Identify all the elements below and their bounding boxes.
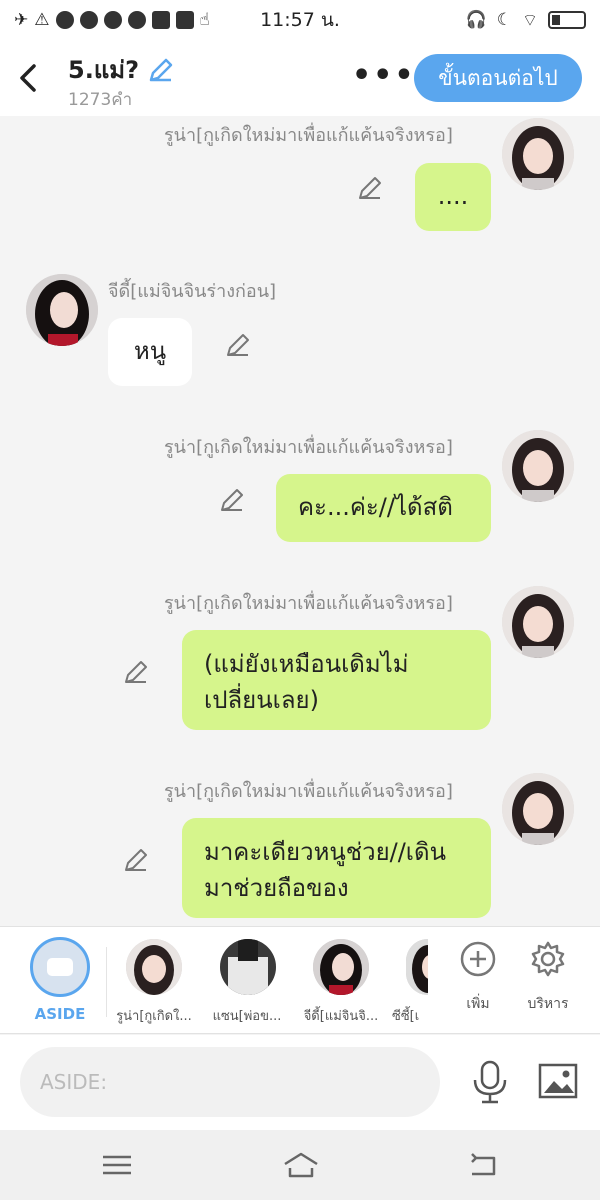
aside-button[interactable] (30, 937, 90, 997)
edit-message-icon[interactable] (356, 174, 384, 202)
character-avatar[interactable] (313, 939, 369, 995)
edit-message-icon[interactable] (218, 486, 246, 514)
avatar[interactable] (26, 274, 98, 346)
status-bar: ✈ ⚠ ☝ 11:57 น. 🎧 ☾ ⌔ (0, 0, 600, 40)
message-sender: จีดี้[แม่จินจินร่างก่อน] (108, 281, 277, 302)
add-icon[interactable] (458, 939, 498, 979)
aside-label: ASIDE (34, 1005, 86, 1023)
battery-icon (548, 11, 586, 29)
back-nav-icon[interactable] (466, 1150, 500, 1180)
message-input[interactable] (20, 1047, 440, 1117)
avatar[interactable] (502, 118, 574, 190)
chevron-left-icon (20, 64, 36, 92)
avatar[interactable] (502, 586, 574, 658)
manage-label[interactable]: บริหาร (518, 993, 578, 1015)
character-strip: ASIDE รูน่า[กูเกิดใ... แซน[พ่อข... จีดี้… (0, 926, 600, 1034)
message-sender: รูน่า[กูเกิดใหม่มาเพื่อแก้แค้นจริงหรอ] (164, 437, 453, 458)
system-nav-bar (0, 1130, 600, 1200)
character-avatar[interactable] (406, 939, 428, 995)
word-count: 1273คำ (68, 90, 133, 110)
character-avatar[interactable] (126, 939, 182, 995)
back-button[interactable] (16, 60, 40, 96)
avatar[interactable] (502, 430, 574, 502)
aside-icon (47, 958, 73, 976)
microphone-icon[interactable] (470, 1060, 510, 1104)
message-sender: รูน่า[กูเกิดใหม่มาเพื่อแก้แค้นจริงหรอ] (164, 781, 453, 802)
image-icon[interactable] (538, 1063, 578, 1099)
message-bubble[interactable]: (แม่ยังเหมือนเดิมไม่เปลี่ยนเลย) (182, 630, 491, 730)
message-bubble[interactable]: .... (415, 163, 491, 231)
avatar[interactable] (502, 773, 574, 845)
input-bar (0, 1035, 600, 1130)
chapter-title-text: 5.แม่? (68, 56, 140, 84)
character-label: จีดี้[แม่จินจิ... (303, 1009, 379, 1024)
message-bubble[interactable]: คะ...ค่ะ//ได้สติ (276, 474, 491, 542)
add-label[interactable]: เพิ่ม (448, 993, 508, 1015)
edit-title-icon[interactable] (147, 56, 175, 84)
more-options-button[interactable]: ••• (352, 58, 416, 93)
edit-message-icon[interactable] (122, 846, 150, 874)
character-avatar[interactable] (220, 939, 276, 995)
message-sender: รูน่า[กูเกิดใหม่มาเพื่อแก้แค้นจริงหรอ] (164, 593, 453, 614)
edit-message-icon[interactable] (122, 658, 150, 686)
chat-header: 5.แม่? 1273คำ ••• ขั้นตอนต่อไป (0, 40, 600, 116)
divider (106, 947, 107, 1017)
character-label: แซน[พ่อข... (212, 1009, 282, 1024)
message-bubble[interactable]: มาคะเดียวหนูช่วย//เดินมาช่วยถือของ (182, 818, 491, 918)
gear-icon[interactable] (528, 939, 568, 979)
message-sender: รูน่า[กูเกิดใหม่มาเพื่อแก้แค้นจริงหรอ] (164, 125, 453, 146)
home-icon[interactable] (282, 1150, 320, 1180)
clock: 11:57 น. (260, 9, 340, 31)
menu-icon[interactable] (100, 1150, 134, 1180)
edit-message-icon[interactable] (224, 331, 252, 359)
message-bubble[interactable]: หนู (108, 318, 192, 386)
character-label: ซีซี้[เ (392, 1009, 420, 1024)
character-label: รูน่า[กูเกิดใ... (116, 1009, 192, 1024)
chapter-title: 5.แม่? (68, 50, 175, 89)
next-step-button[interactable]: ขั้นตอนต่อไป (414, 54, 582, 102)
